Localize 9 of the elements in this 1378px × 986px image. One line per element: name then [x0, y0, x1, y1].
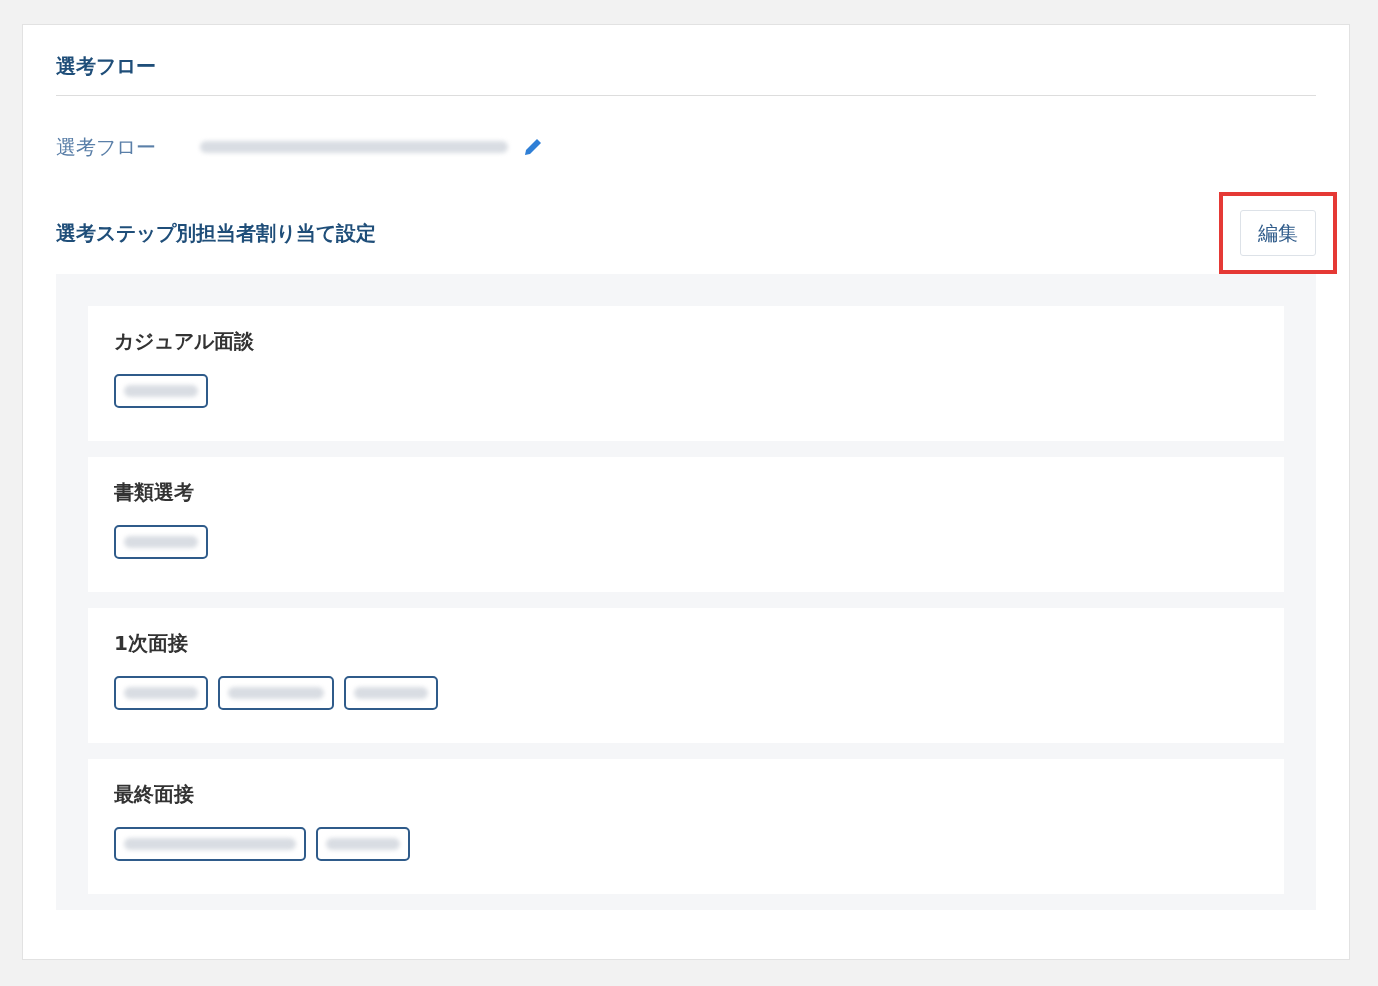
step-name: 最終面接: [114, 781, 195, 808]
step-name: 1次面接: [114, 630, 189, 657]
step-name: カジュアル面談: [114, 328, 255, 355]
pencil-icon[interactable]: [522, 136, 544, 158]
step-name: 書類選考: [114, 479, 195, 506]
section-heading: 選考ステップ別担当者割り当て設定: [56, 220, 376, 247]
field-label: 選考フロー: [56, 134, 157, 161]
section-title: 選考フロー: [56, 51, 1316, 96]
edit-button[interactable]: 編集: [1240, 210, 1316, 256]
